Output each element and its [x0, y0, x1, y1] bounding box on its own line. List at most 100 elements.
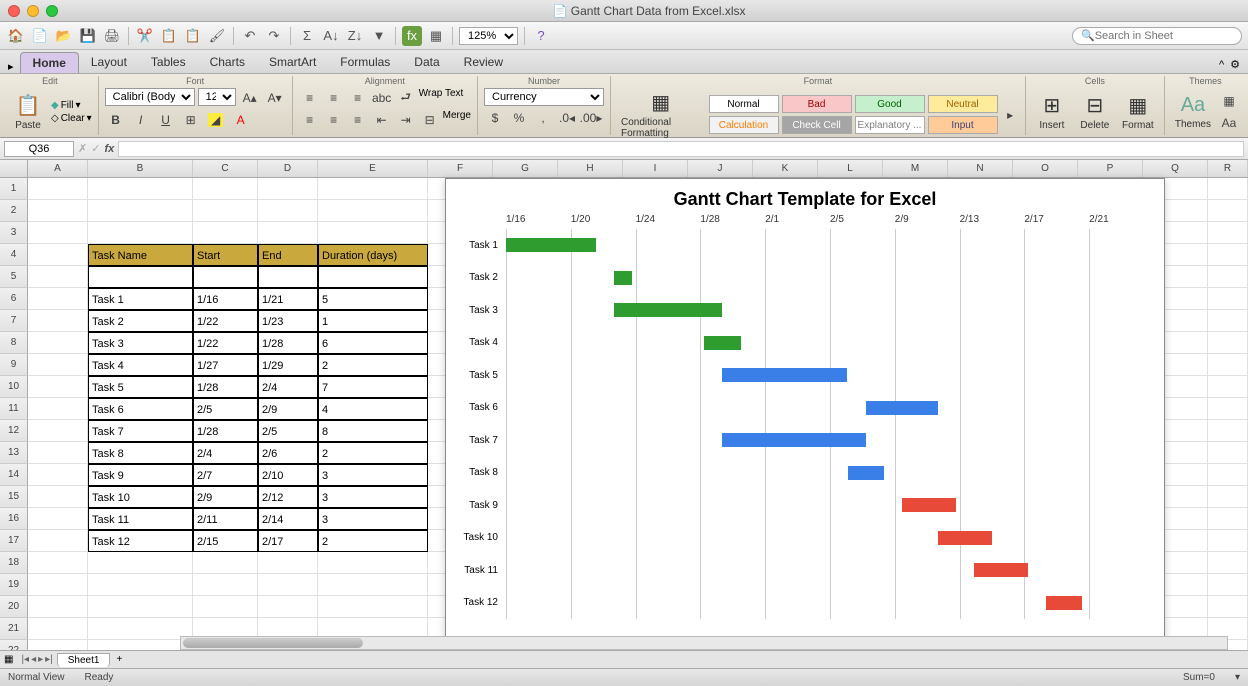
fx-icon[interactable]: fx [402, 26, 422, 46]
sheet-tab-sheet1[interactable]: Sheet1 [57, 653, 111, 667]
gantt-bar[interactable] [938, 531, 992, 545]
underline-button[interactable]: U [155, 110, 177, 130]
cell-B15[interactable]: Task 10 [88, 486, 193, 508]
cell-E9[interactable]: 2 [318, 354, 428, 376]
cell-R1[interactable] [1208, 178, 1248, 200]
cell-R4[interactable] [1208, 244, 1248, 266]
views-icon[interactable]: ▦ [0, 654, 17, 665]
row-header-8[interactable]: 8 [0, 332, 28, 354]
cell-style-bad[interactable]: Bad [782, 95, 852, 113]
cell-B4[interactable]: Task Name [88, 244, 193, 266]
cell-E11[interactable]: 4 [318, 398, 428, 420]
cell-R9[interactable] [1208, 354, 1248, 376]
currency-button[interactable]: $ [484, 108, 506, 128]
cell-A21[interactable] [28, 618, 88, 640]
cell-D15[interactable]: 2/12 [258, 486, 318, 508]
ribbon-toggle-icon[interactable]: ▸ [8, 60, 14, 73]
cell-E5[interactable] [318, 266, 428, 288]
row-header-14[interactable]: 14 [0, 464, 28, 486]
cell-E7[interactable]: 1 [318, 310, 428, 332]
col-header-C[interactable]: C [193, 160, 258, 177]
paste-button[interactable]: 📋Paste [8, 91, 48, 133]
cell-B13[interactable]: Task 8 [88, 442, 193, 464]
font-name-select[interactable]: Calibri (Body) [105, 88, 195, 106]
cell-C7[interactable]: 1/22 [193, 310, 258, 332]
cell-D9[interactable]: 1/29 [258, 354, 318, 376]
cell-E2[interactable] [318, 200, 428, 222]
row-header-6[interactable]: 6 [0, 288, 28, 310]
cell-E10[interactable]: 7 [318, 376, 428, 398]
cell-A10[interactable] [28, 376, 88, 398]
cell-D7[interactable]: 1/23 [258, 310, 318, 332]
cell-C5[interactable] [193, 266, 258, 288]
cell-style-input[interactable]: Input [928, 116, 998, 134]
cell-D20[interactable] [258, 596, 318, 618]
row-header-10[interactable]: 10 [0, 376, 28, 398]
col-header-P[interactable]: P [1078, 160, 1143, 177]
cell-A16[interactable] [28, 508, 88, 530]
cell-C17[interactable]: 2/15 [193, 530, 258, 552]
copy-icon[interactable]: 📋 [159, 26, 179, 46]
cell-D18[interactable] [258, 552, 318, 574]
format-painter-icon[interactable]: 🖌 [207, 26, 227, 46]
gantt-bar[interactable] [704, 336, 740, 350]
cell-D11[interactable]: 2/9 [258, 398, 318, 420]
cell-C6[interactable]: 1/16 [193, 288, 258, 310]
row-header-22[interactable]: 22 [0, 640, 28, 650]
cell-E20[interactable] [318, 596, 428, 618]
decrease-font-button[interactable]: A▾ [264, 88, 286, 108]
cell-B20[interactable] [88, 596, 193, 618]
cell-C12[interactable]: 1/28 [193, 420, 258, 442]
cell-B18[interactable] [88, 552, 193, 574]
cell-E8[interactable]: 6 [318, 332, 428, 354]
row-header-5[interactable]: 5 [0, 266, 28, 288]
cell-B14[interactable]: Task 9 [88, 464, 193, 486]
cell-C19[interactable] [193, 574, 258, 596]
align-center-button[interactable]: ≡ [323, 110, 345, 130]
cell-C20[interactable] [193, 596, 258, 618]
gantt-bar[interactable] [614, 303, 722, 317]
cell-B2[interactable] [88, 200, 193, 222]
cell-A12[interactable] [28, 420, 88, 442]
cell-R14[interactable] [1208, 464, 1248, 486]
home-icon[interactable]: 🏠 [6, 26, 26, 46]
paste-icon[interactable]: 📋 [183, 26, 203, 46]
cell-A8[interactable] [28, 332, 88, 354]
cell-D8[interactable]: 1/28 [258, 332, 318, 354]
cell-C11[interactable]: 2/5 [193, 398, 258, 420]
cell-B6[interactable]: Task 1 [88, 288, 193, 310]
filter-icon[interactable]: ▼ [369, 26, 389, 46]
styles-more-button[interactable]: ▸ [1002, 105, 1019, 125]
tab-first-icon[interactable]: |◂ [21, 654, 29, 665]
percent-button[interactable]: % [508, 108, 530, 128]
row-header-15[interactable]: 15 [0, 486, 28, 508]
cell-D2[interactable] [258, 200, 318, 222]
cell-E15[interactable]: 3 [318, 486, 428, 508]
cell-A7[interactable] [28, 310, 88, 332]
cell-C14[interactable]: 2/7 [193, 464, 258, 486]
row-header-18[interactable]: 18 [0, 552, 28, 574]
name-box[interactable] [4, 141, 74, 157]
cell-C13[interactable]: 2/4 [193, 442, 258, 464]
gantt-bar[interactable] [614, 271, 632, 285]
col-header-D[interactable]: D [258, 160, 318, 177]
cell-D10[interactable]: 2/4 [258, 376, 318, 398]
search-box[interactable]: 🔍 [1072, 27, 1242, 45]
horizontal-scrollbar[interactable] [180, 636, 1228, 650]
theme-fonts-button[interactable]: Aa [1218, 113, 1240, 133]
col-header-Q[interactable]: Q [1143, 160, 1208, 177]
decrease-decimal-button[interactable]: .0◂ [556, 108, 578, 128]
tab-last-icon[interactable]: ▸| [45, 654, 53, 665]
cell-D12[interactable]: 2/5 [258, 420, 318, 442]
ribbon-expand-icon[interactable]: ^ [1219, 59, 1224, 71]
cell-R11[interactable] [1208, 398, 1248, 420]
clear-button[interactable]: ◇Clear▾ [51, 113, 92, 124]
maximize-icon[interactable] [46, 5, 58, 17]
undo-icon[interactable]: ↶ [240, 26, 260, 46]
gantt-bar[interactable] [902, 498, 956, 512]
cell-D16[interactable]: 2/14 [258, 508, 318, 530]
cell-C8[interactable]: 1/22 [193, 332, 258, 354]
cell-R19[interactable] [1208, 574, 1248, 596]
cell-R16[interactable] [1208, 508, 1248, 530]
cell-A5[interactable] [28, 266, 88, 288]
